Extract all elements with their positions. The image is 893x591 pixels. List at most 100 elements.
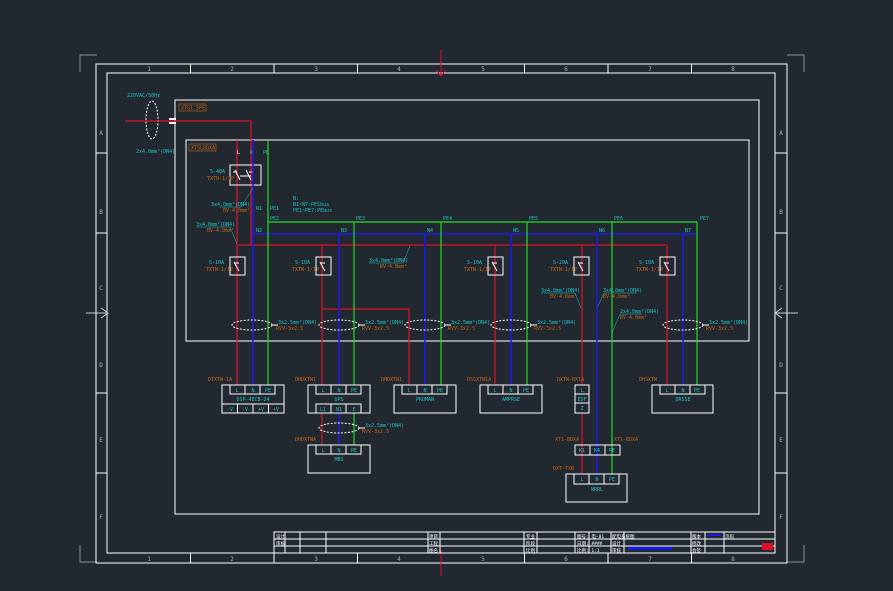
cable-labels: 3x2.5mm²(DN4)RVV-3x2.5 3x2.5mm²(DN4)RVV-…: [276, 320, 748, 435]
drawing-stroke: [707, 534, 721, 536]
drawing-label: 审核: [612, 547, 621, 554]
panel-label: XTSLBDXA: [191, 146, 215, 152]
incoming-cable-label: 220VAC/50Hz: [127, 93, 160, 99]
drawing-label: S-10A: [639, 260, 654, 266]
device-nrrl[interactable]: L N PE NRRL: [565, 473, 628, 503]
cad-drawing-canvas[interactable]: 1 2 3 4 5 6 7 8 1 2 3 4 5 6 7 8 A B C D E F A B C D E…: [0, 0, 893, 591]
drawing-stroke: [231, 319, 273, 331]
incoming-cable-spec: 2x4.0mm²(DN4): [136, 149, 175, 155]
drawing-label: DXT-TXB: [553, 466, 574, 472]
drawing-label: 会签: [692, 547, 701, 554]
drawing-label: 审核: [276, 540, 285, 547]
drawing-label: N: [251, 388, 254, 394]
drawing-label: 5: [481, 66, 485, 73]
drawing-label: 3: [314, 66, 318, 73]
drawing-label: RVV-3x2.5: [362, 326, 389, 332]
device-ups[interactable]: L N PE UPS L1 N1 E: [307, 384, 371, 414]
drawing-label: L1: [320, 407, 326, 413]
main-switch[interactable]: [229, 164, 262, 186]
drawing-label: PE: [265, 388, 271, 394]
drawing-label: TXTN-1/1P: [464, 267, 491, 273]
drawing-stroke: [233, 169, 253, 181]
drawing-label: Z: [580, 406, 583, 412]
drawing-label: S-10A: [209, 260, 224, 266]
drawing-stroke: [762, 543, 773, 550]
center-marks: [86, 50, 798, 576]
drawing-label: PE: [609, 448, 615, 454]
device-mbs[interactable]: L N PE MBS: [307, 444, 371, 474]
drawing-label: PE: [609, 477, 615, 483]
drawing-label: K1: [579, 448, 585, 454]
drawing-label: A: [779, 130, 783, 137]
drawing-stroke: L N PE DRSSE: [665, 388, 700, 403]
drawing-label: BV-4.0mm²: [380, 264, 407, 270]
main-switch-spec: TXTN-1/1P: [207, 176, 234, 182]
drawing-label: 4: [397, 556, 401, 563]
neutral-bus: [252, 140, 697, 235]
drawing-label: PE: [351, 388, 357, 394]
drawing-label: MBS: [334, 457, 343, 463]
drawing-label: F: [779, 514, 783, 521]
drawing-label: N7: [685, 228, 691, 234]
drawing-label: TXTN-1/1P: [206, 267, 233, 273]
drawing-label: BV-4.0mm²: [207, 228, 234, 234]
drawing-label: RVV-3x2.5: [362, 429, 389, 435]
drawing-label: 8: [731, 66, 735, 73]
drawing-label: PROMAN: [416, 397, 434, 403]
drawing-label: PE7: [700, 216, 709, 222]
drawing-label: -V: [227, 407, 233, 413]
drawing-label: DHSXTN: [639, 377, 657, 383]
drawing-label: N: [681, 388, 684, 394]
drawing-label: PE3: [356, 216, 365, 222]
drawing-label: 5: [481, 556, 485, 563]
device-proman[interactable]: L N PE PROMAN: [393, 384, 457, 414]
drawing-stroke: K1 K4 PE: [579, 448, 615, 454]
drawing-label: N: [337, 388, 340, 394]
drawing-stroke: L EDF Z: [577, 388, 586, 412]
drawing-label: 8: [731, 556, 735, 563]
drawing-label: F: [99, 514, 103, 521]
drawing-stroke: L N PE MBS: [321, 448, 357, 463]
drawing-label: RVV-3x2.5: [448, 326, 475, 332]
title-block: 设计审核 项目工程图名 专业阶段比例 图号: 电-01日期: ####比例: 1…: [273, 531, 776, 554]
drawing-label: L: [235, 388, 238, 394]
drawing-label: XT1-BDXA: [555, 437, 579, 443]
drawing-label: 2: [230, 556, 234, 563]
drawing-label: D: [779, 362, 783, 369]
drawing-label: DTXTN-1A: [208, 377, 232, 383]
drawing-label: DXTN-BX1A: [557, 377, 584, 383]
drawing-label: S-10A: [467, 260, 482, 266]
drawing-label: K4: [594, 448, 600, 454]
drawing-label: BV-4.0mm²: [620, 315, 647, 321]
drawing-label: N4: [427, 228, 433, 234]
drawing-stroke: L N PE NRRL: [580, 477, 615, 493]
drawing-label: N2: [256, 228, 262, 234]
drawing-stroke: 设计审核 项目工程图名 专业阶段比例 图号: 电-01日期: ####比例: 1…: [276, 533, 734, 554]
drawing-label: DSP-4ECB-24: [236, 397, 269, 403]
drawing-label: 设计: [612, 540, 621, 547]
drawing-label: S-10A: [295, 260, 310, 266]
drawing-label: 比例: 1:1: [577, 547, 600, 554]
drawing-label: 修改: [692, 540, 701, 547]
drawing-label: PE: [523, 388, 529, 394]
drawing-label: 图号: 电-01: [577, 533, 604, 540]
device-rcd-stack[interactable]: L EDF Z: [574, 384, 590, 414]
drawing-label: N: [337, 448, 340, 454]
device-amprse[interactable]: L N PE AMPRSE: [479, 384, 543, 414]
drawing-label: L: [321, 448, 324, 454]
panel-outline: [185, 139, 750, 342]
device-drsse[interactable]: L N PE DRSSE: [651, 384, 714, 414]
drawing-label: 4: [397, 66, 401, 73]
device-dsp[interactable]: L N PE DSP-4ECB-24 -V -V +V +V: [221, 384, 285, 414]
row-labels-left: A B C D E F: [99, 130, 103, 521]
drawing-label: DSSXTN1A: [467, 377, 491, 383]
drawing-label: N: [509, 388, 512, 394]
drawing-label: L: [493, 388, 496, 394]
drawing-label: RVV-3x2.5: [534, 326, 561, 332]
drawing-label: -V: [242, 407, 248, 413]
drawing-label: N1: [256, 206, 262, 212]
drawing-label: PE1~PE7:PEbus: [293, 208, 332, 214]
drawing-label: N5: [513, 228, 519, 234]
drawing-label: 6: [564, 66, 568, 73]
drawing-stroke: [229, 164, 262, 186]
